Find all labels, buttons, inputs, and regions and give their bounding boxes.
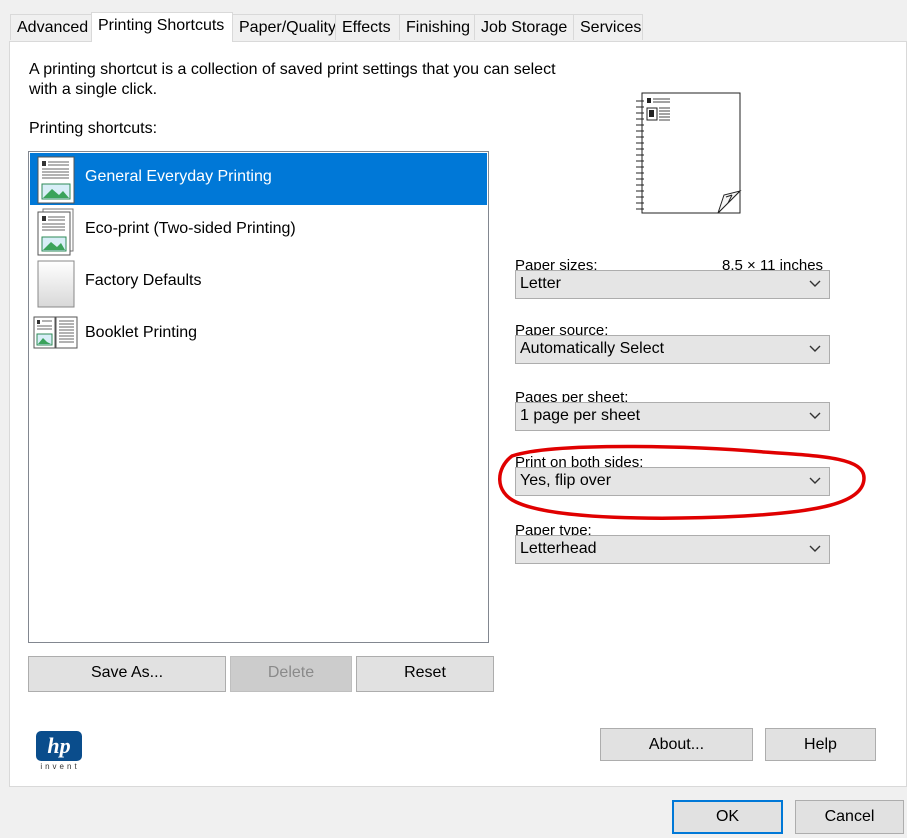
paper-sizes-select[interactable]: Letter [515,270,830,299]
shortcut-label: Eco-print (Two-sided Printing) [85,220,296,237]
cancel-button[interactable]: Cancel [795,800,904,834]
shortcuts-list[interactable]: General Everyday Printing Eco-print (Two… [28,151,489,643]
pages-per-sheet-value: 1 page per sheet [520,407,641,424]
paper-source-select[interactable]: Automatically Select [515,335,830,364]
hp-logo-tagline: invent [40,762,80,771]
help-button[interactable]: Help [765,728,876,761]
paper-type-value: Letterhead [520,540,597,557]
tab-effects[interactable]: Effects [335,14,400,40]
description-text: A printing shortcut is a collection of s… [29,61,556,98]
chevron-down-icon [809,545,821,552]
printing-shortcuts-panel: A printing shortcut is a collection of s… [9,41,907,787]
reset-button[interactable]: Reset [356,656,494,692]
dialog-button-bar: OK Cancel [0,787,907,838]
shortcut-label: Booklet Printing [85,324,198,341]
blank-page-icon [37,260,75,308]
about-button[interactable]: About... [600,728,753,761]
two-sided-document-icon [37,208,74,256]
tab-finishing[interactable]: Finishing [399,14,475,40]
chevron-down-icon [809,280,821,287]
pages-per-sheet-select[interactable]: 1 page per sheet [515,402,830,431]
booklet-icon [33,316,78,349]
delete-button[interactable]: Delete [230,656,352,692]
annotation-circle [498,444,866,520]
tab-advanced[interactable]: Advanced [10,14,92,40]
chevron-down-icon [809,345,821,352]
save-as-button[interactable]: Save As... [28,656,226,692]
shortcut-eco-print[interactable]: Eco-print (Two-sided Printing) [30,205,487,257]
shortcut-booklet[interactable]: Booklet Printing [30,309,487,361]
shortcut-general-everyday[interactable]: General Everyday Printing [30,153,487,205]
shortcut-label: Factory Defaults [85,272,202,289]
paper-type-select[interactable]: Letterhead [515,535,830,564]
ok-button[interactable]: OK [672,800,783,834]
document-icon [37,156,75,204]
shortcut-factory-defaults[interactable]: Factory Defaults [30,257,487,309]
tab-services[interactable]: Services [573,14,643,40]
hp-logo-mark: hp [36,731,82,761]
chevron-down-icon [809,412,821,419]
tab-paper-quality[interactable]: Paper/Quality [232,14,336,40]
tab-printing-shortcuts[interactable]: Printing Shortcuts [91,12,233,42]
hp-logo: hp invent [34,731,86,775]
page-preview-icon [636,92,742,214]
paper-sizes-value: Letter [520,275,561,292]
shortcuts-label: Printing shortcuts: [29,120,158,137]
shortcut-label: General Everyday Printing [85,168,272,185]
tab-job-storage[interactable]: Job Storage [474,14,574,40]
paper-source-value: Automatically Select [520,340,665,357]
